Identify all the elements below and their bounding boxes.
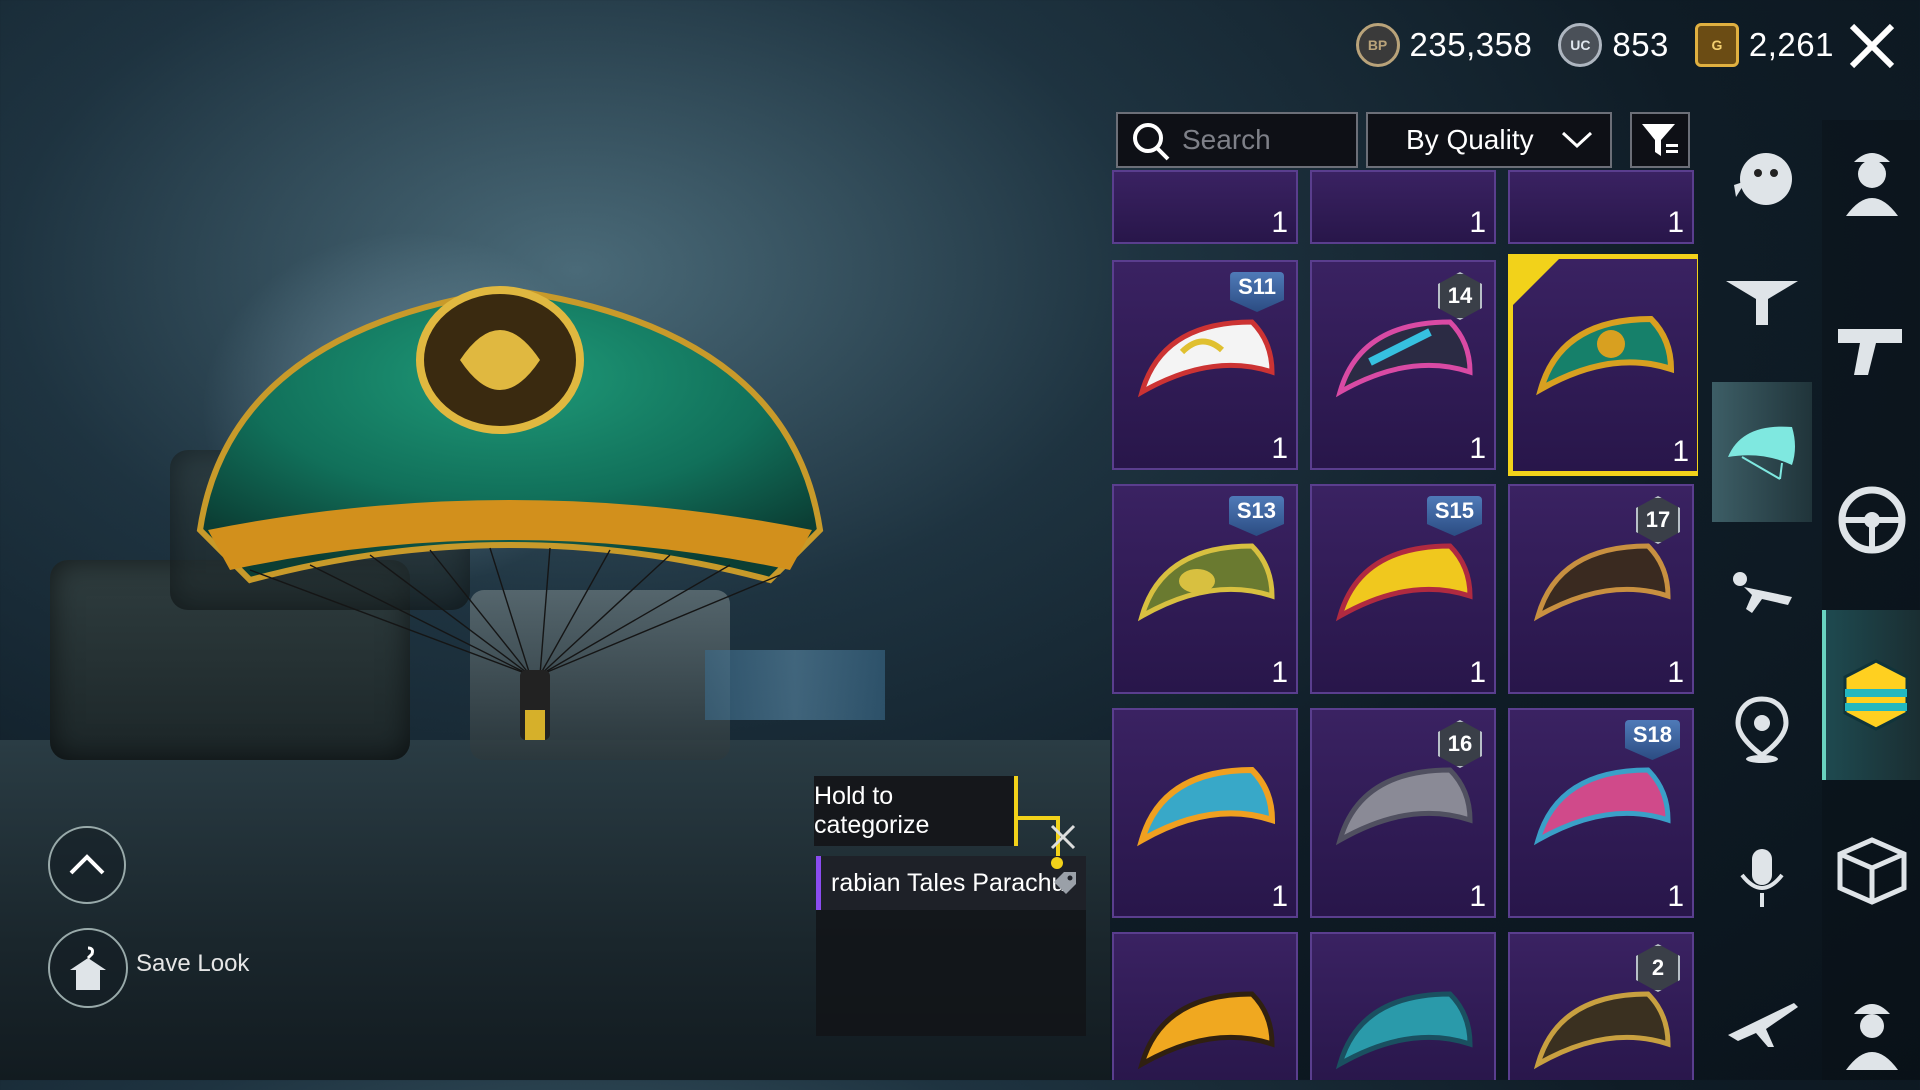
pistol-icon <box>1838 329 1902 375</box>
search-icon <box>1133 123 1170 161</box>
item-count: 1 <box>1271 432 1288 465</box>
category-tabs-secondary <box>1712 120 1822 1080</box>
item-count: 1 <box>1469 880 1486 913</box>
item-count: 1 <box>1271 880 1288 913</box>
steering-wheel-icon <box>1838 486 1906 554</box>
inventory-item[interactable]: 2 <box>1508 932 1694 1080</box>
item-count: 1 <box>1469 206 1486 239</box>
microphone-icon <box>1740 849 1784 907</box>
parachute-preview-model <box>196 286 824 740</box>
parachute-thumbnail <box>1335 991 1473 1070</box>
tab-companion[interactable] <box>1822 970 1920 1090</box>
search-field[interactable] <box>1116 112 1358 168</box>
hanger-icon <box>70 946 106 990</box>
item-count: 1 <box>1667 880 1684 913</box>
tooltip-pointer <box>1014 776 1018 846</box>
inventory-item[interactable]: 16 1 <box>1310 708 1496 918</box>
inventory-item[interactable]: S15 1 <box>1310 484 1496 694</box>
bp-coin-icon: BP <box>1355 23 1400 67</box>
parachute-thumbnail <box>1533 767 1671 846</box>
airplane-icon <box>1728 1003 1798 1047</box>
tab-collection[interactable] <box>1822 610 1920 780</box>
tooltip-close-button[interactable] <box>1046 820 1080 854</box>
inventory-item[interactable]: 1 <box>1310 170 1496 244</box>
tab-vehicles[interactable] <box>1822 460 1920 580</box>
parachute-thumbnail <box>1137 319 1275 398</box>
item-count: 1 <box>1469 656 1486 689</box>
inventory-item[interactable] <box>1310 932 1496 1080</box>
skydive-icon <box>1733 572 1792 613</box>
expand-up-button[interactable] <box>48 826 126 904</box>
tab-backpack[interactable] <box>1712 240 1812 360</box>
item-count: 1 <box>1667 206 1684 239</box>
tab-emotes[interactable] <box>1712 120 1812 240</box>
box-icon <box>1837 837 1907 905</box>
inventory-item[interactable]: 1 <box>1508 170 1694 244</box>
tab-voice[interactable] <box>1712 820 1812 940</box>
chevron-up-icon <box>69 854 105 875</box>
tooltip-anchor-dot <box>1051 857 1063 869</box>
sort-dropdown-value: By Quality <box>1406 124 1534 155</box>
item-name-row[interactable]: rabian Tales Parachu <box>816 856 1086 910</box>
close-icon <box>1050 824 1076 850</box>
uc-coin-icon: UC <box>1558 23 1603 67</box>
category-tabs-primary <box>1822 120 1920 1080</box>
parachute-icon <box>1728 426 1795 480</box>
currency-bar: BP 235,358 UC 853 G 2,261 <box>1355 20 1850 70</box>
chevron-down-icon <box>1561 131 1593 149</box>
item-count: 1 <box>1667 656 1684 689</box>
filter-button[interactable] <box>1630 112 1690 168</box>
parachute-thumbnail <box>1137 543 1275 622</box>
inventory-item[interactable]: 1 <box>1112 170 1298 244</box>
inventory-item[interactable]: S18 1 <box>1508 708 1694 918</box>
character-icon <box>1846 153 1898 216</box>
parachute-thumbnail <box>1533 991 1671 1070</box>
glider-icon <box>1726 281 1798 325</box>
tab-location[interactable] <box>1712 670 1812 790</box>
parachute-thumbnail <box>1533 543 1671 622</box>
save-look-label: Save Look <box>136 950 250 977</box>
inventory-item[interactable] <box>1112 932 1298 1080</box>
g-coin-icon: G <box>1694 23 1739 67</box>
item-name: rabian Tales Parachu <box>831 868 1066 897</box>
emote-icon <box>1734 153 1792 205</box>
inventory-item[interactable]: 14 1 <box>1310 260 1496 470</box>
close-icon <box>1849 23 1895 69</box>
tab-plane[interactable] <box>1712 960 1812 1080</box>
save-look-button[interactable] <box>48 928 128 1008</box>
parachute-inventory-grid: 1 1 1 S11 1 14 1 1 S13 1 S15 1 17 1 1 16… <box>1112 170 1698 1080</box>
filter-icon <box>1642 124 1678 156</box>
inventory-item-selected[interactable]: 1 <box>1508 254 1698 476</box>
search-input[interactable] <box>1180 123 1354 157</box>
soldier-icon <box>1846 1004 1898 1070</box>
parachute-thumbnail <box>1335 767 1473 846</box>
parachute-thumbnail <box>1335 543 1473 622</box>
tab-outfit[interactable] <box>1822 120 1920 240</box>
item-count: 1 <box>1271 656 1288 689</box>
parachute-thumbnail <box>1536 315 1675 396</box>
inventory-item[interactable]: S11 1 <box>1112 260 1298 470</box>
item-count: 1 <box>1672 435 1689 468</box>
collection-hexagon-icon <box>1843 659 1909 731</box>
item-count: 1 <box>1469 432 1486 465</box>
close-button[interactable] <box>1842 18 1902 74</box>
tab-poses[interactable] <box>1712 530 1812 650</box>
inventory-item[interactable]: S13 1 <box>1112 484 1298 694</box>
bp-balance: 235,358 <box>1409 26 1533 63</box>
parachute-thumbnail <box>1137 991 1275 1070</box>
hold-to-categorize-tooltip: Hold to categorize <box>814 776 1014 846</box>
inventory-item[interactable]: 17 1 <box>1508 484 1694 694</box>
tab-crates[interactable] <box>1822 810 1920 930</box>
uc-balance: 853 <box>1612 26 1669 63</box>
location-pin-icon <box>1735 696 1789 763</box>
tab-weapons[interactable] <box>1822 290 1920 410</box>
parachute-thumbnail <box>1137 766 1276 847</box>
item-count: 1 <box>1271 206 1288 239</box>
sort-dropdown[interactable]: By Quality <box>1366 112 1612 168</box>
tab-parachute[interactable] <box>1712 382 1812 522</box>
inventory-item[interactable]: 1 <box>1112 708 1298 918</box>
tag-icon[interactable] <box>1052 870 1078 896</box>
g-balance: 2,261 <box>1748 26 1834 63</box>
parachute-thumbnail <box>1335 319 1473 398</box>
